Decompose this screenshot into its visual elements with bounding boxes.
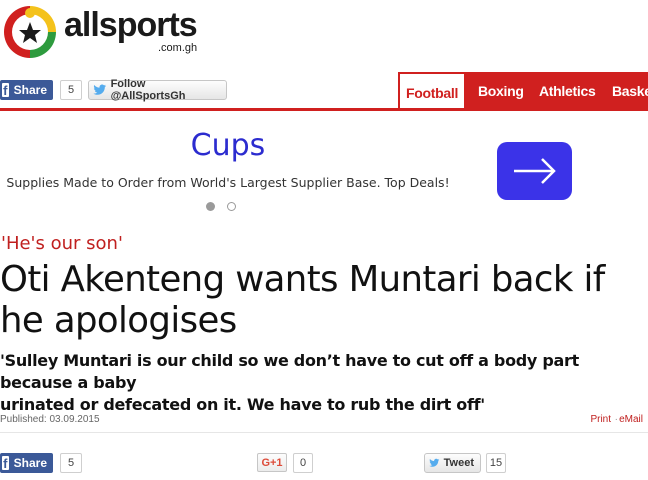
nav-item-boxing[interactable]: Boxing xyxy=(478,72,524,110)
nav-item-basketball[interactable]: Baske xyxy=(612,72,648,110)
twitter-follow-label: Follow @AllSportsGh xyxy=(110,78,186,102)
category-nav: Football Boxing Athletics Baske xyxy=(398,72,648,110)
allsports-logo-mark-icon xyxy=(4,6,56,58)
meta-separator: · xyxy=(614,414,618,425)
email-link[interactable]: eMail xyxy=(619,414,643,425)
site-logo[interactable]: allsports .com.gh xyxy=(0,0,210,72)
ad-description[interactable]: Supplies Made to Order from World's Larg… xyxy=(0,175,456,190)
standfirst-line-1: 'Sulley Muntari is our child so we don’t… xyxy=(0,351,579,392)
twitter-bird-icon xyxy=(93,84,107,95)
nav-item-athletics[interactable]: Athletics xyxy=(539,72,596,110)
facebook-share-count: 5 xyxy=(60,80,82,100)
google-plus-button[interactable]: G+1 xyxy=(257,453,287,472)
article-kicker: 'He's our son' xyxy=(1,233,123,254)
nav-rule xyxy=(0,108,648,111)
facebook-icon: f xyxy=(2,83,9,98)
arrow-right-icon xyxy=(514,158,556,184)
facebook-share-button[interactable]: f Share xyxy=(0,80,53,100)
nav-item-football[interactable]: Football xyxy=(398,72,467,110)
twitter-bird-icon xyxy=(429,458,440,467)
headline-line-2: he apologises xyxy=(0,300,237,341)
print-link[interactable]: Print xyxy=(590,414,611,425)
ad-slide-dot-2[interactable] xyxy=(227,202,236,211)
logo-wordmark: allsports xyxy=(64,6,198,44)
ad-title[interactable]: Cups xyxy=(0,128,456,163)
article-standfirst: 'Sulley Muntari is our child so we don’t… xyxy=(0,350,648,416)
facebook-share-label: Share xyxy=(13,83,47,97)
tweet-count: 15 xyxy=(486,453,506,473)
logo-domain: .com.gh xyxy=(158,42,198,54)
published-date: Published: 03.09.2015 xyxy=(0,414,100,425)
meta-divider xyxy=(0,432,648,433)
google-plus-count: 0 xyxy=(293,453,313,473)
article-headline: Oti Akenteng wants Muntari back if he ap… xyxy=(0,259,648,341)
facebook-share-count-bottom: 5 xyxy=(60,453,82,473)
ad-slide-dot-1[interactable] xyxy=(206,202,215,211)
ad-cta-button[interactable] xyxy=(497,142,572,200)
article-meta: Published: 03.09.2015 Print · eMail xyxy=(0,412,648,430)
headline-line-1: Oti Akenteng wants Muntari back if xyxy=(0,259,605,300)
tweet-button[interactable]: Tweet xyxy=(424,453,481,473)
tweet-label: Tweet xyxy=(443,457,474,469)
twitter-follow-button[interactable]: Follow @AllSportsGh xyxy=(88,78,227,102)
facebook-icon: f xyxy=(2,456,9,471)
facebook-share-button-bottom[interactable]: f Share xyxy=(0,453,53,473)
facebook-share-label-bottom: Share xyxy=(13,456,47,470)
